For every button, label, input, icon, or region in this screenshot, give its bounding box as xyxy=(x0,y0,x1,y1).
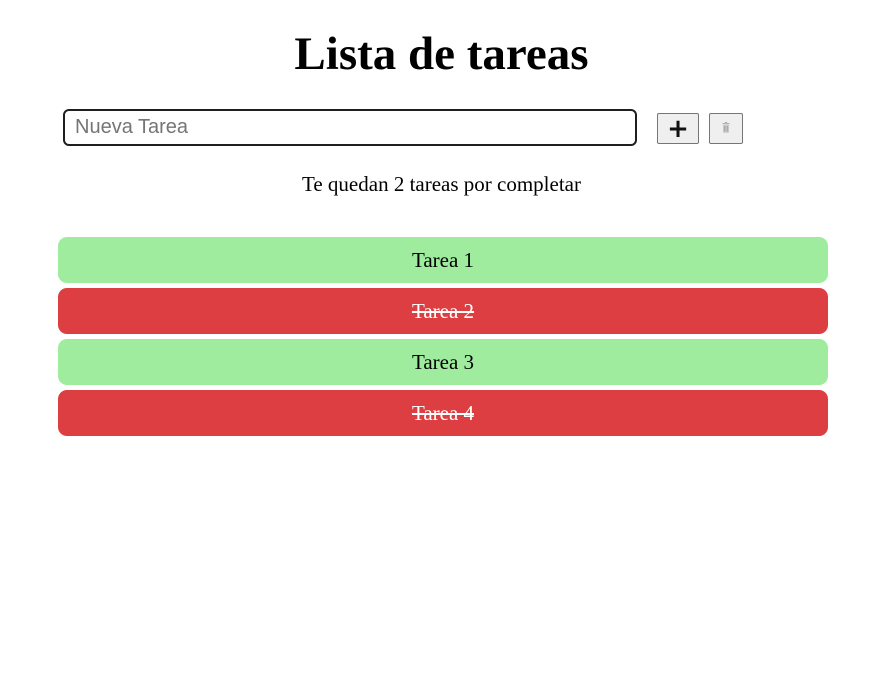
task-item[interactable]: Tarea 3 xyxy=(58,339,828,385)
task-label: Tarea 1 xyxy=(411,247,475,272)
plus-icon: + xyxy=(667,113,689,144)
task-list: Tarea 1 Tarea 2 Tarea 3 Tarea 4 xyxy=(58,237,828,441)
trash-icon xyxy=(722,121,730,136)
remaining-tasks-counter: Te quedan 2 tareas por completar xyxy=(302,172,581,196)
task-item[interactable]: Tarea 4 xyxy=(58,390,828,436)
page-title: Lista de tareas xyxy=(294,28,589,80)
delete-completed-button[interactable] xyxy=(709,113,743,144)
task-item[interactable]: Tarea 1 xyxy=(58,237,828,283)
new-task-input-wrapper xyxy=(63,109,637,146)
task-item[interactable]: Tarea 2 xyxy=(58,288,828,334)
task-label: Tarea 2 xyxy=(411,298,475,323)
task-label: Tarea 3 xyxy=(411,349,475,374)
add-task-button[interactable]: + xyxy=(657,113,699,144)
new-task-input[interactable] xyxy=(63,109,637,146)
task-label: Tarea 4 xyxy=(411,400,475,425)
